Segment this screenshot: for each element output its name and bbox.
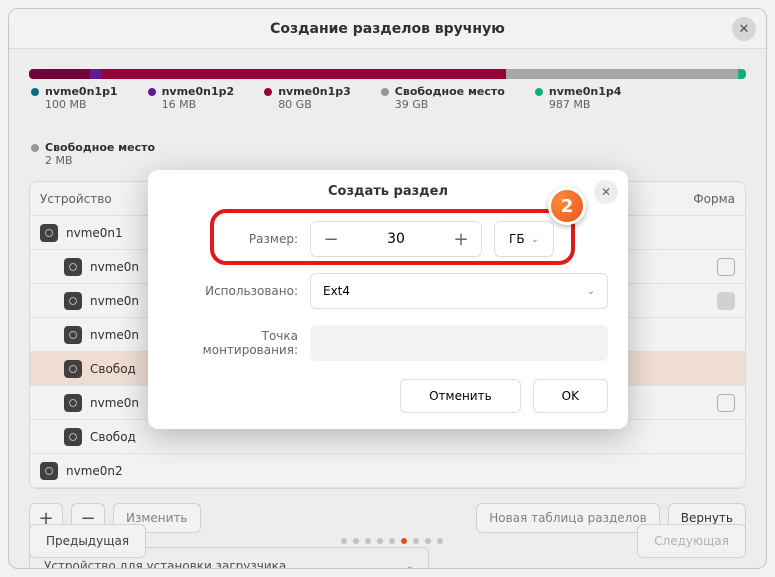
size-stepper: − +: [310, 221, 482, 257]
ok-button[interactable]: OK: [533, 379, 608, 413]
mount-label: Точка монтирования:: [168, 329, 298, 357]
mount-point-input[interactable]: [310, 325, 608, 361]
size-unit-value: ГБ: [509, 232, 525, 246]
filesystem-value: Ext4: [323, 284, 350, 298]
close-dialog-button[interactable]: ✕: [594, 180, 618, 204]
annotation-badge: 2: [548, 187, 586, 225]
size-input[interactable]: [351, 231, 441, 247]
used-label: Использовано:: [168, 284, 298, 298]
size-decrease-button[interactable]: −: [311, 222, 351, 256]
annotation-number: 2: [561, 196, 574, 217]
chevron-down-icon: ⌄: [587, 286, 595, 297]
chevron-down-icon: ⌄: [531, 234, 539, 245]
filesystem-select[interactable]: Ext4 ⌄: [310, 273, 608, 309]
dialog-actions: Отменить OK: [148, 369, 628, 413]
size-unit-select[interactable]: ГБ ⌄: [494, 221, 554, 257]
used-row: Использовано: Ext4 ⌄: [148, 265, 628, 317]
size-increase-button[interactable]: +: [441, 222, 481, 256]
mount-row: Точка монтирования:: [148, 317, 628, 369]
cancel-button[interactable]: Отменить: [400, 379, 521, 413]
size-label: Размер:: [168, 232, 298, 246]
